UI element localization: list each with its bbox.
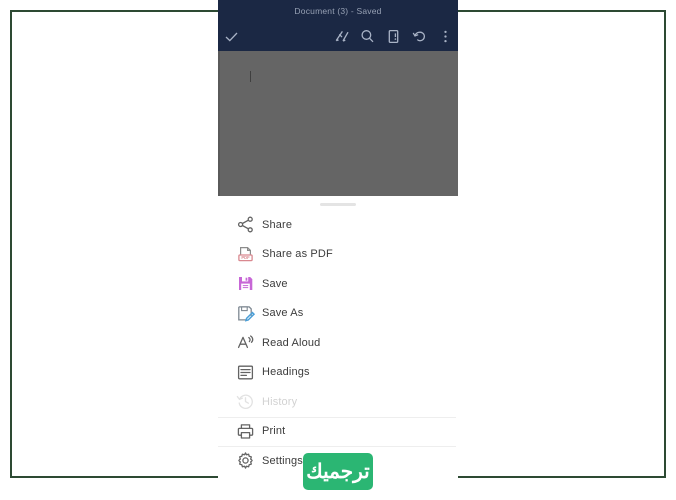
save-as-icon: [228, 304, 262, 323]
text-caret: [250, 71, 251, 82]
watermark-badge: ترجميك: [303, 453, 373, 490]
document-left-edge: [218, 51, 220, 196]
menu-item-read-aloud[interactable]: Read Aloud: [218, 328, 458, 358]
menu-item-history: History: [218, 387, 458, 417]
gear-icon: [228, 451, 262, 470]
menu-item-label: Print: [262, 425, 286, 438]
done-check-icon[interactable]: [218, 21, 244, 51]
history-icon: [228, 392, 262, 411]
app-title-bar: Document (3) - Saved: [218, 0, 458, 21]
share-as-pdf-icon: PDF: [228, 245, 262, 264]
menu-item-share-as-pdf[interactable]: PDF Share as PDF: [218, 239, 458, 269]
menu-item-share[interactable]: Share: [218, 210, 458, 240]
mobile-view-icon[interactable]: [380, 21, 406, 51]
read-aloud-icon: [228, 333, 262, 352]
share-icon: [228, 215, 262, 234]
undo-icon[interactable]: [406, 21, 432, 51]
menu-item-label: Share as PDF: [262, 248, 333, 261]
sheet-drag-handle[interactable]: [320, 203, 356, 206]
menu-item-label: Settings: [262, 454, 303, 467]
svg-text:PDF: PDF: [241, 255, 250, 260]
overflow-menu-icon[interactable]: [432, 21, 458, 51]
menu-item-save[interactable]: Save: [218, 269, 458, 299]
menu-item-label: Save As: [262, 307, 304, 320]
save-floppy-icon: [228, 274, 262, 293]
file-options-menu: Share PDF Share as PDF Save Save As Read…: [218, 210, 458, 476]
watermark-text: ترجميك: [306, 460, 370, 483]
search-icon[interactable]: [354, 21, 380, 51]
document-title: Document (3) - Saved: [294, 5, 382, 16]
menu-item-headings[interactable]: Headings: [218, 357, 458, 387]
menu-item-save-as[interactable]: Save As: [218, 298, 458, 328]
ink-pen-icon[interactable]: [328, 21, 354, 51]
app-toolbar: [218, 21, 458, 51]
menu-item-label: Save: [262, 277, 288, 290]
headings-icon: [228, 363, 262, 382]
print-icon: [228, 422, 262, 441]
menu-item-label: History: [262, 395, 298, 408]
menu-item-print[interactable]: Print: [218, 416, 458, 446]
menu-item-label: Read Aloud: [262, 336, 321, 349]
menu-item-label: Headings: [262, 366, 310, 379]
menu-item-label: Share: [262, 218, 293, 231]
document-dim-overlay[interactable]: [218, 51, 458, 196]
